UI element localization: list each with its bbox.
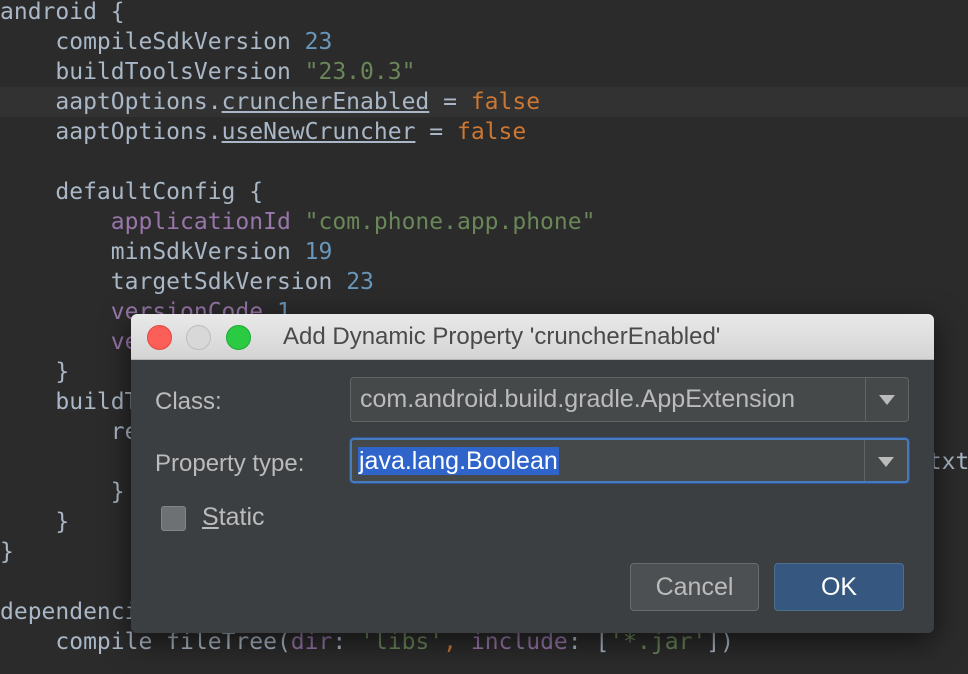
code-token: android {: [0, 0, 125, 25]
ok-button[interactable]: OK: [774, 563, 904, 611]
code-line: defaultConfig {: [0, 177, 263, 207]
code-line: buildToolsVersion "23.0.3": [0, 57, 415, 87]
dialog-titlebar: Add Dynamic Property 'cruncherEnabled': [131, 314, 934, 360]
code-token: minSdkVersion: [0, 239, 305, 265]
code-token: =: [415, 119, 457, 145]
class-label: Class:: [155, 388, 222, 415]
code-line: }: [0, 477, 125, 507]
chevron-down-icon: [879, 395, 895, 405]
code-line: }: [0, 537, 14, 567]
class-value: com.android.build.gradle.AppExtension: [360, 385, 795, 413]
dialog-title: Add Dynamic Property 'cruncherEnabled': [283, 323, 721, 350]
code-token: applicationId: [110, 209, 291, 235]
code-line: aaptOptions.cruncherEnabled = false: [0, 87, 540, 117]
code-line: compileSdkVersion 23: [0, 27, 332, 57]
code-line: targetSdkVersion 23: [0, 267, 374, 297]
static-checkbox[interactable]: [161, 506, 186, 531]
code-line: }: [0, 507, 69, 537]
cancel-button[interactable]: Cancel: [630, 563, 759, 611]
code-token: ve: [0, 329, 139, 355]
code-token: buildT: [0, 389, 139, 415]
code-token: }: [0, 539, 14, 565]
code-token: 19: [304, 239, 333, 265]
code-line: buildT: [0, 387, 138, 417]
property-type-value[interactable]: java.lang.Boolean: [358, 440, 559, 483]
code-token: "com.phone.app.phone": [304, 209, 596, 235]
class-dropdown-button[interactable]: [865, 378, 908, 421]
code-line: ve: [0, 327, 139, 357]
close-window-button[interactable]: [147, 325, 172, 350]
code-token: "23.0.3": [304, 59, 416, 85]
property-type-combobox[interactable]: java.lang.Boolean: [350, 438, 909, 483]
property-type-dropdown-button[interactable]: [864, 440, 907, 481]
code-line: aaptOptions.useNewCruncher = false: [0, 117, 526, 147]
code-token: cruncherEnabled: [221, 89, 430, 115]
chevron-down-icon: [878, 457, 894, 467]
code-token: aaptOptions.: [0, 89, 222, 115]
static-mnemonic: S: [202, 503, 219, 531]
code-token: defaultConfig {: [0, 179, 264, 205]
code-token: }: [0, 359, 70, 385]
static-label-rest: tatic: [218, 503, 265, 531]
class-combobox[interactable]: com.android.build.gradle.AppExtension: [350, 377, 909, 422]
code-token: =: [429, 89, 471, 115]
code-line: minSdkVersion 19: [0, 237, 333, 267]
code-line: }: [0, 357, 69, 387]
maximize-window-button[interactable]: [226, 325, 251, 350]
add-dynamic-property-dialog: Add Dynamic Property 'cruncherEnabled' C…: [131, 314, 934, 633]
minimize-window-button[interactable]: [186, 325, 211, 350]
code-token: }: [0, 509, 70, 535]
code-token: false: [470, 89, 541, 115]
code-line: applicationId "com.phone.app.phone": [0, 207, 596, 237]
property-type-label: Property type:: [155, 450, 305, 477]
code-token: compileSdkVersion: [0, 29, 305, 55]
code-token: buildToolsVersion: [0, 59, 305, 85]
code-token: false: [456, 119, 527, 145]
code-token: aaptOptions.: [0, 119, 222, 145]
code-token: targetSdkVersion: [0, 269, 347, 295]
code-token: }: [0, 479, 125, 505]
code-token: useNewCruncher: [221, 119, 416, 145]
code-line: re: [0, 417, 139, 447]
code-token: re: [0, 419, 139, 445]
code-token: 23: [346, 269, 374, 295]
code-line: android {: [0, 0, 125, 27]
selected-text: java.lang.Boolean: [358, 447, 559, 475]
code-token: 23: [304, 29, 333, 55]
static-checkbox-label[interactable]: Static: [202, 503, 265, 532]
